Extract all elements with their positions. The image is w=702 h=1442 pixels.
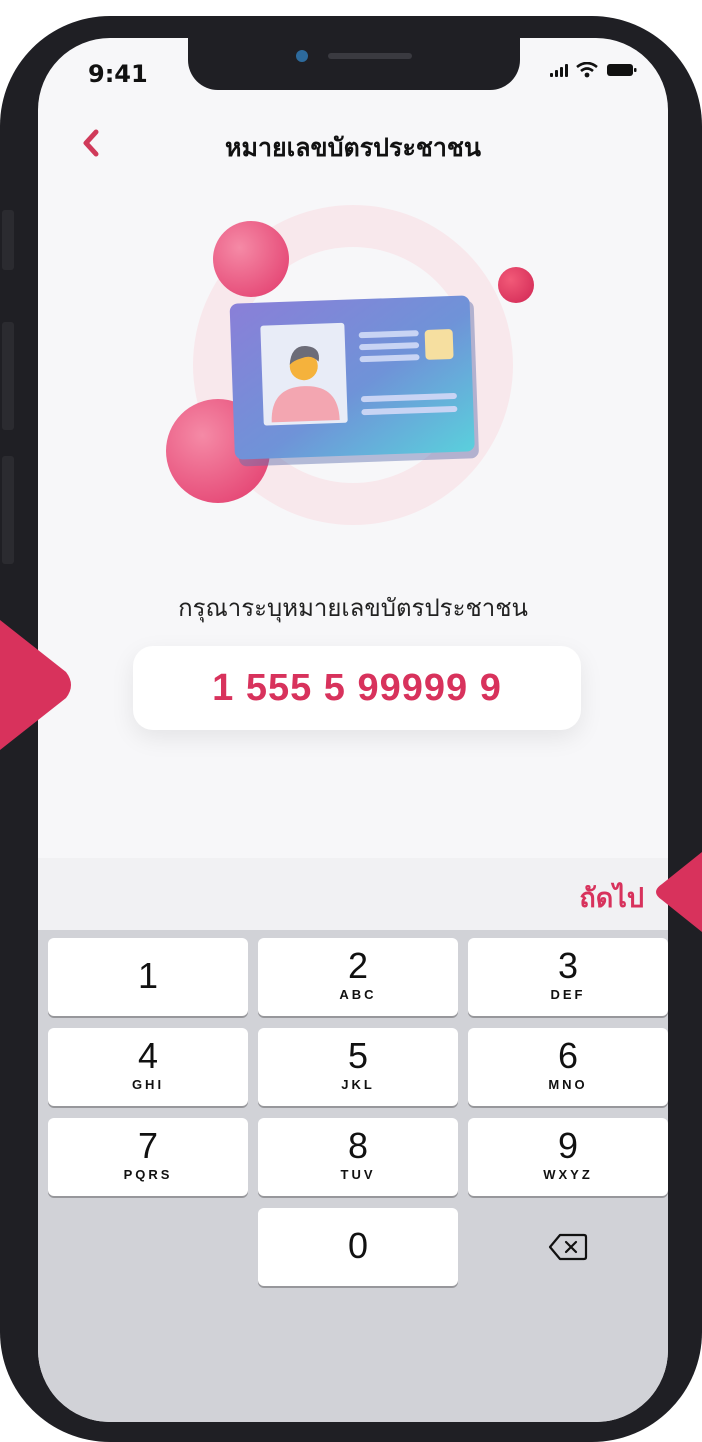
- wifi-icon: [576, 62, 598, 78]
- key-letters: ABC: [339, 987, 377, 1002]
- key-7[interactable]: 7 PQRS: [48, 1118, 248, 1196]
- signal-icon: [550, 63, 568, 77]
- key-1[interactable]: 1: [48, 938, 248, 1016]
- id-card-illustration: [166, 205, 534, 525]
- backspace-icon: [548, 1233, 588, 1261]
- volume-down-button: [2, 456, 14, 564]
- key-5[interactable]: 5 JKL: [258, 1028, 458, 1106]
- key-digit: 2: [347, 945, 369, 986]
- key-8[interactable]: 8 TUV: [258, 1118, 458, 1196]
- key-9[interactable]: 9 WXYZ: [468, 1118, 668, 1196]
- key-digit: 0: [347, 1225, 369, 1266]
- key-digit: 5: [347, 1035, 369, 1076]
- key-4[interactable]: 4 GHI: [48, 1028, 248, 1106]
- id-number-value: 1 555 5 99999 9: [212, 666, 502, 709]
- pointer-arrow-right: [656, 852, 702, 932]
- key-letters: JKL: [341, 1077, 375, 1092]
- key-3[interactable]: 3 DEF: [468, 938, 668, 1016]
- next-button[interactable]: ถัดไป: [579, 876, 644, 919]
- delete-key[interactable]: [468, 1208, 668, 1286]
- pointer-arrow-left: [0, 620, 71, 750]
- key-digit: 3: [557, 945, 579, 986]
- key-0[interactable]: 0: [258, 1208, 458, 1286]
- battery-icon: [607, 64, 637, 76]
- key-2[interactable]: 2 ABC: [258, 938, 458, 1016]
- key-digit: 7: [137, 1125, 159, 1166]
- key-digit: 6: [557, 1035, 579, 1076]
- camera-dot: [296, 50, 308, 62]
- volume-up-button: [2, 322, 14, 430]
- key-digit: 1: [137, 955, 159, 996]
- bubble-left-top: [213, 221, 289, 297]
- key-digit: 4: [137, 1035, 159, 1076]
- keyboard-accessory-bar: ถัดไป: [38, 858, 668, 930]
- key-letters: GHI: [131, 1077, 165, 1092]
- key-letters: PQRS: [123, 1167, 173, 1182]
- numeric-keypad: 1 2 ABC 3 DEF 4 GHI 5 JKL 6 MNO 7 PQRS 8…: [38, 930, 668, 1422]
- key-letters: TUV: [340, 1167, 376, 1182]
- id-number-input[interactable]: 1 555 5 99999 9: [133, 646, 581, 730]
- phone-screen: 9:41 หมายเลขบัตรประชาชน กรุณาระบุหมายเลข…: [38, 38, 668, 1422]
- page-title: หมายเลขบัตรประชาชน: [225, 133, 481, 162]
- status-time: 9:41: [88, 60, 148, 88]
- key-letters: WXYZ: [543, 1167, 593, 1182]
- key-digit: 9: [557, 1125, 579, 1166]
- bubble-right: [498, 267, 534, 303]
- silent-switch: [2, 210, 14, 270]
- key-letters: DEF: [550, 987, 586, 1002]
- key-letters: MNO: [548, 1077, 588, 1092]
- status-icons: [550, 62, 638, 78]
- id-prompt-label: กรุณาระบุหมายเลขบัตรประชาชน: [178, 594, 528, 622]
- key-digit: 8: [347, 1125, 369, 1166]
- notch: [188, 38, 520, 90]
- key-6[interactable]: 6 MNO: [468, 1028, 668, 1106]
- card-chip: [424, 329, 454, 360]
- speaker-grille: [328, 53, 412, 59]
